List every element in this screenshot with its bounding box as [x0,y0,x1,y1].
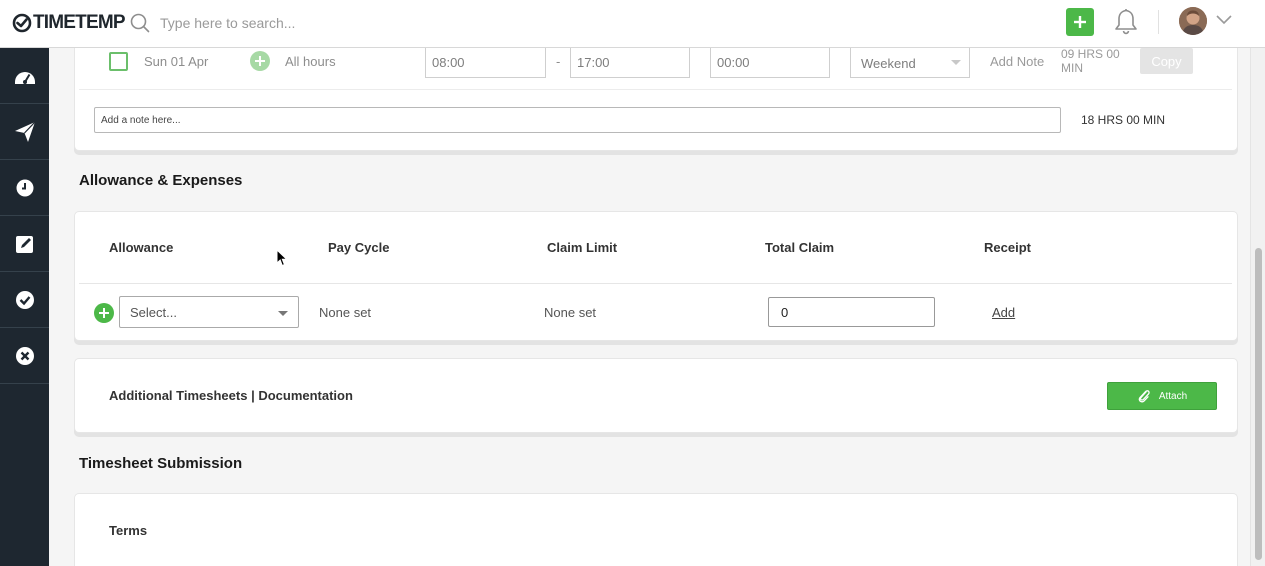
header-receipt: Receipt [984,240,1031,255]
page-scrollbar[interactable] [1250,48,1265,566]
add-button[interactable] [1066,8,1094,36]
day-type-select[interactable]: Weekend [850,47,970,78]
header-total-claim: Total Claim [765,240,835,255]
day-date: Sun 01 Apr [144,54,209,69]
time-separator: - [556,54,561,69]
all-hours-label: All hours [285,54,336,69]
pay-cycle-value: None set [319,305,372,320]
add-note-link[interactable]: Add Note [990,54,1044,69]
header-allowance: Allowance [109,240,174,255]
day-hours: 09 HRS 00 MIN [1061,47,1120,75]
attach-label: Attach [1158,390,1188,402]
claim-limit-value: None set [544,305,597,320]
sidebar-item-clock[interactable] [0,160,49,216]
sidebar-item-dashboard[interactable] [0,48,49,104]
close-circle-icon [15,346,34,365]
allowance-select-value: Select... [130,305,177,320]
terms-card [74,493,1238,566]
bell-icon[interactable] [1113,7,1139,35]
start-time-input[interactable]: 08:00 [425,47,546,78]
sidebar-item-rejected[interactable] [0,328,49,384]
edit-icon [15,235,33,253]
logo-text: TIMETEMP [33,12,126,33]
day-type-value: Weekend [861,56,916,71]
note-input[interactable] [94,107,1061,133]
logo[interactable]: TIMETEMP [12,11,126,35]
sidebar-item-edit[interactable] [0,216,49,272]
logo-clock-icon [12,13,32,33]
clock-icon [16,179,33,196]
attach-button[interactable]: Attach [1107,382,1217,410]
scrollbar-thumb[interactable] [1255,248,1262,560]
submission-section-title: Timesheet Submission [79,455,243,472]
top-bar: TIMETEMP [0,0,1265,48]
topbar-divider [1158,10,1159,34]
search-icon [130,13,150,33]
documentation-label: Additional Timesheets | Documentation [109,388,353,403]
plus-icon [99,308,109,318]
receipt-add-link[interactable]: Add [992,305,1015,320]
mouse-cursor-icon [276,249,288,267]
plus-icon [255,56,265,66]
header-pay-cycle: Pay Cycle [328,240,390,255]
allowance-section-title: Allowance & Expenses [79,172,243,189]
paperclip-icon [1138,390,1150,403]
sidebar-item-approved[interactable] [0,272,49,328]
caret-down-icon [951,60,961,65]
total-hours: 18 HRS 00 MIN [1081,113,1166,127]
plus-icon [1074,16,1086,28]
terms-label: Terms [109,523,148,538]
allowance-select[interactable]: Select... [119,296,299,328]
sidebar [0,48,49,566]
copy-button[interactable]: Copy [1140,48,1193,74]
dashboard-icon [14,71,35,84]
add-shift-button[interactable] [250,51,270,71]
search-bar[interactable] [130,11,430,35]
day-checkbox[interactable] [109,52,128,71]
break-time-input[interactable]: 00:00 [710,47,830,78]
sidebar-item-send[interactable] [0,104,49,160]
search-input[interactable] [160,15,420,31]
check-circle-icon [15,290,34,309]
avatar[interactable] [1179,7,1207,35]
end-time-input[interactable]: 17:00 [570,47,690,78]
row-divider [79,89,1232,90]
send-icon [14,121,35,142]
user-photo-icon [1179,7,1207,35]
chevron-down-icon[interactable] [1216,15,1232,25]
header-claim-limit: Claim Limit [547,240,618,255]
total-claim-input[interactable] [768,297,935,327]
caret-down-icon [278,311,288,316]
add-allowance-button[interactable] [94,303,114,323]
table-header-divider [79,283,1232,284]
